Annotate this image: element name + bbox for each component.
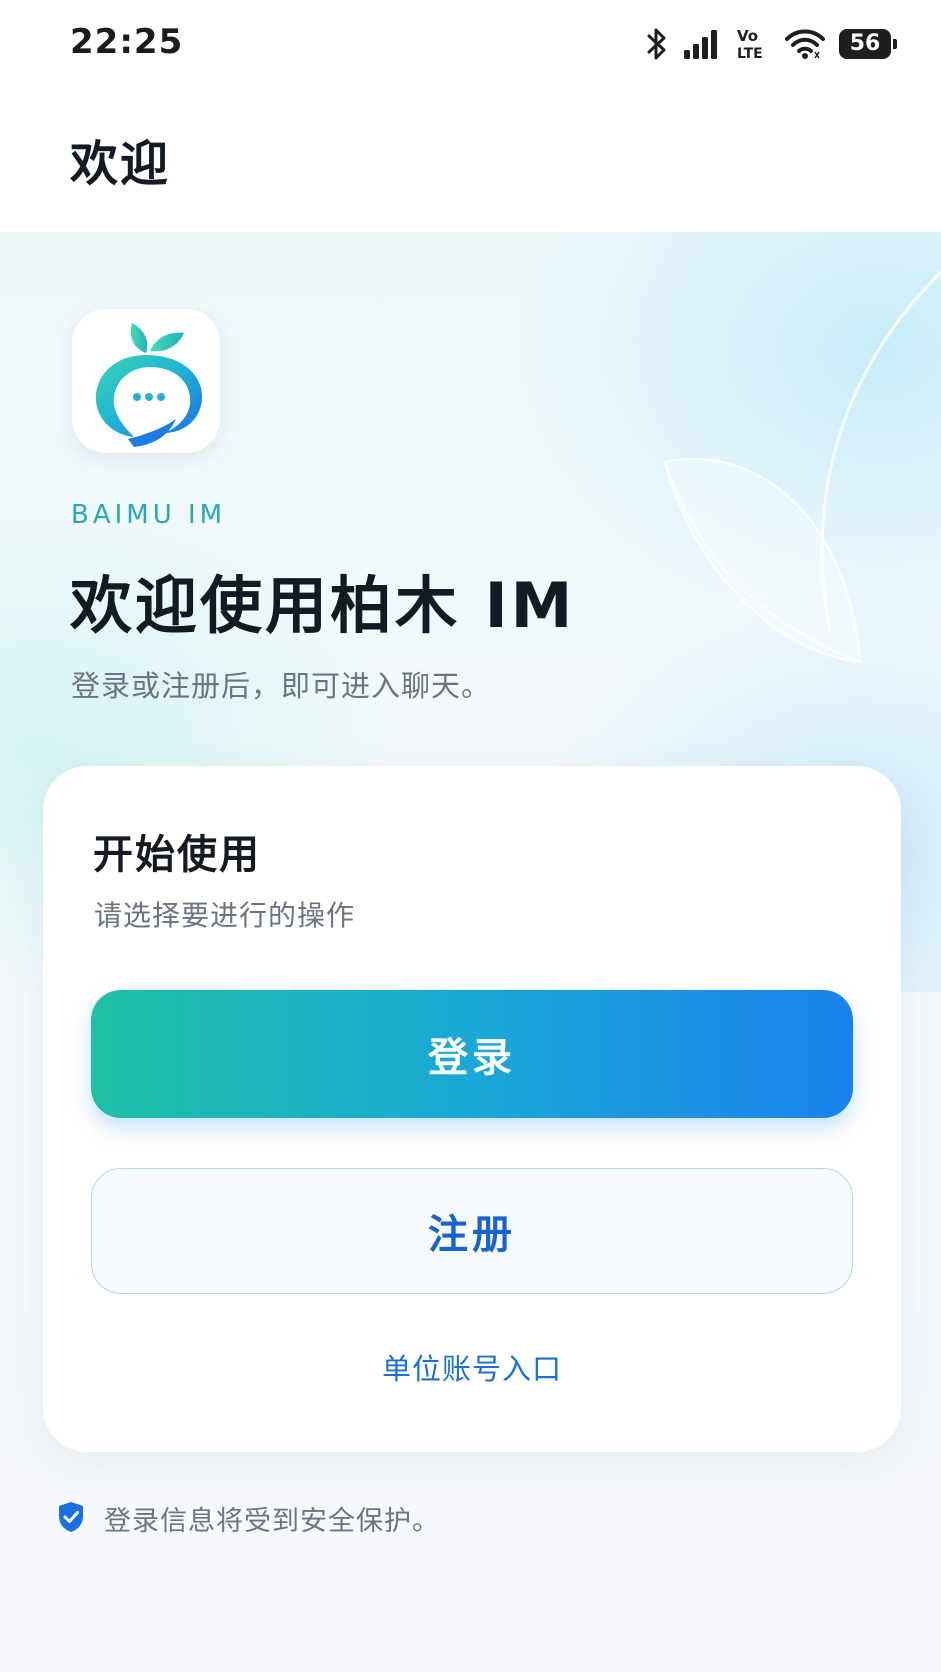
card-subtitle: 请选择要进行的操作 <box>94 899 356 932</box>
status-time: 22:25 <box>70 22 184 62</box>
status-icons: Vo LTE 56 <box>645 24 897 64</box>
svg-text:LTE: LTE <box>737 46 763 62</box>
wifi-icon <box>785 28 825 60</box>
shield-check-icon <box>56 1500 86 1538</box>
welcome-subtitle: 登录或注册后，即可进入聊天。 <box>71 669 492 703</box>
battery-icon: 56 <box>839 29 897 59</box>
login-button[interactable]: 登录 <box>91 990 853 1118</box>
bluetooth-icon <box>645 26 669 62</box>
security-note: 登录信息将受到安全保护。 <box>56 1499 440 1538</box>
start-card: 开始使用 请选择要进行的操作 登录 注册 单位账号入口 <box>43 766 901 1452</box>
welcome-heading: 欢迎使用柏木 IM <box>70 569 576 642</box>
brand-name: BAIMU IM <box>71 500 227 530</box>
page-title: 欢迎 <box>70 136 171 192</box>
signal-icon <box>683 28 721 60</box>
org-account-link[interactable]: 单位账号入口 <box>43 1346 901 1388</box>
status-bar: 22:25 Vo LTE 56 <box>0 0 941 90</box>
register-button[interactable]: 注册 <box>91 1168 853 1294</box>
app-logo-icon <box>72 309 220 453</box>
svg-text:Vo: Vo <box>737 27 758 45</box>
card-title: 开始使用 <box>93 832 261 878</box>
screen: 22:25 Vo LTE 56 欢迎 BAIMU IM 欢迎使用柏木 IM 登录… <box>0 0 941 1672</box>
security-text: 登录信息将受到安全保护。 <box>104 1506 440 1537</box>
volte-icon: Vo LTE <box>735 26 771 62</box>
